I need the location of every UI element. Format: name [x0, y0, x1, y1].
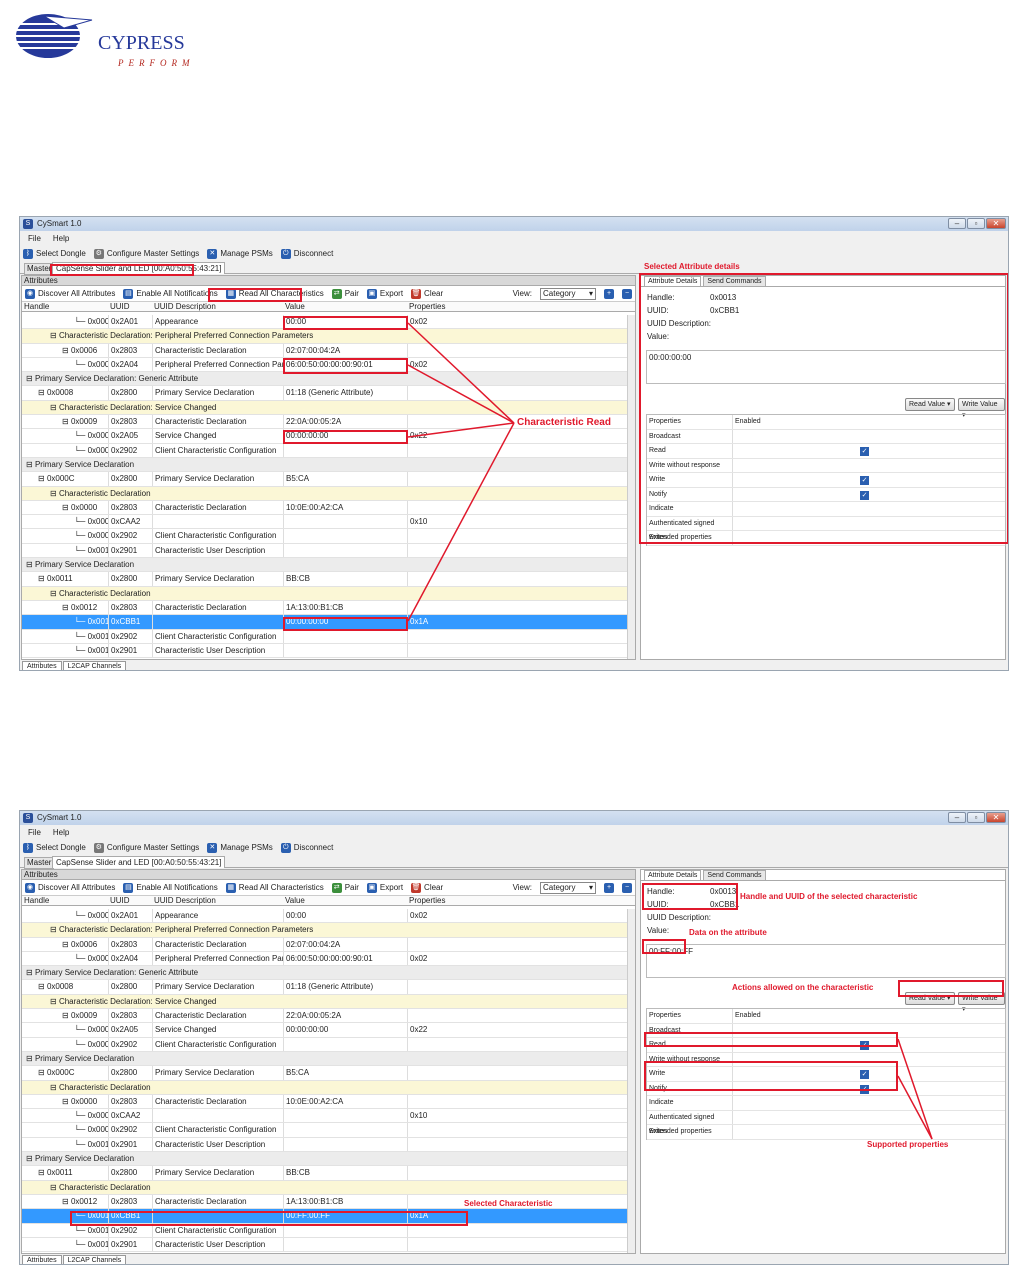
cysmart-window-1: S CySmart 1.0 – ▫ ✕ File Help ᛒ Select Do…: [19, 216, 1009, 671]
cypress-globe-icon: [16, 14, 93, 58]
annotation-arrows: [897, 1038, 933, 1140]
annotation-arrows: [407, 322, 515, 622]
cysmart-window-2: S CySmart 1.0 – ▫ ✕ File Help ᛒ Select Do…: [19, 810, 1009, 1265]
logo-tagline: PERFORM: [118, 58, 195, 68]
cypress-logo: CYPRESS PERFORM: [14, 10, 189, 70]
logo-wordmark: CYPRESS: [98, 32, 185, 54]
